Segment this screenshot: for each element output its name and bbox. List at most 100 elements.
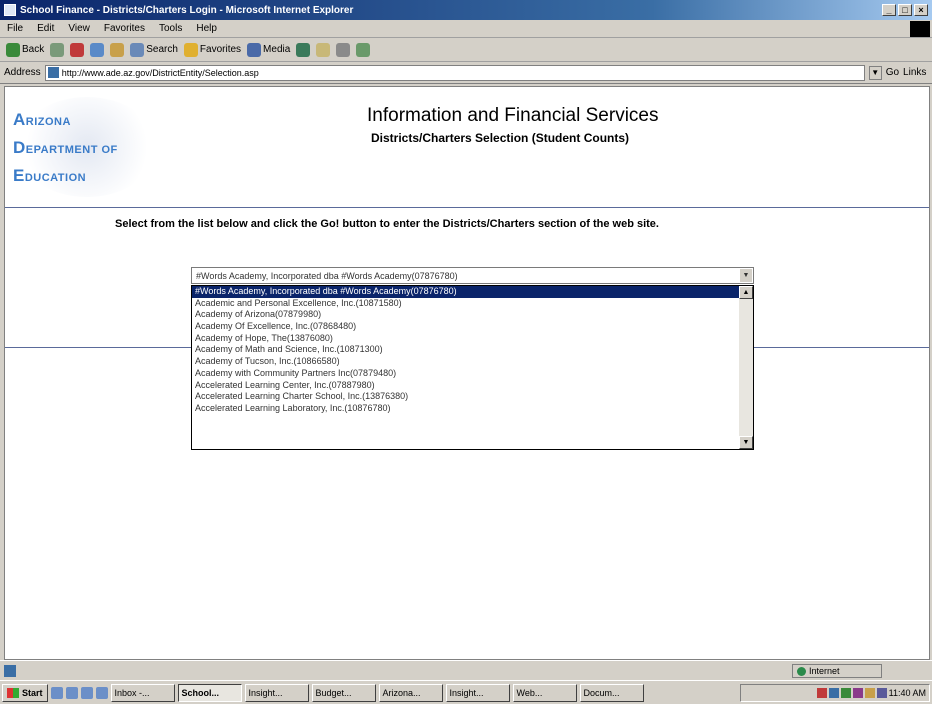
security-zone: Internet xyxy=(792,664,882,678)
quicklaunch-app-icon[interactable] xyxy=(95,686,108,699)
option-item[interactable]: Academy of Arizona(07879980) xyxy=(192,309,753,321)
refresh-button[interactable] xyxy=(90,42,105,57)
search-label: Search xyxy=(146,44,178,55)
start-button[interactable]: Start xyxy=(2,683,48,702)
logo-line-1: ARIZONA xyxy=(13,110,71,129)
option-item[interactable]: Academy with Community Partners Inc(0787… xyxy=(192,368,753,380)
scroll-up-icon[interactable]: ▲ xyxy=(739,286,753,299)
minimize-button[interactable]: _ xyxy=(882,4,896,16)
menu-edit[interactable]: Edit xyxy=(30,23,61,34)
taskbar-button[interactable]: Insight... xyxy=(244,683,309,702)
quicklaunch-desktop-icon[interactable] xyxy=(50,686,63,699)
back-arrow-icon xyxy=(6,42,20,57)
address-input[interactable]: http://www.ade.az.gov/DistrictEntity/Sel… xyxy=(44,64,865,81)
ade-logo[interactable]: ARIZONA DEPARTMENT OF EDUCATION xyxy=(13,107,118,191)
globe-icon xyxy=(797,666,806,676)
system-tray: 11:40 AM xyxy=(740,684,930,702)
windows-logo-icon xyxy=(910,21,930,37)
option-item[interactable]: Academy Of Excellence, Inc.(07868480) xyxy=(192,321,753,333)
edit-button[interactable] xyxy=(356,42,371,57)
search-button[interactable]: Search xyxy=(130,42,178,57)
taskbar-button[interactable]: Docum... xyxy=(579,683,644,702)
tray-volume-icon[interactable] xyxy=(864,688,875,698)
mail-button[interactable] xyxy=(316,42,331,57)
menu-tools[interactable]: Tools xyxy=(152,23,189,34)
tray-antivirus-icon[interactable] xyxy=(840,688,851,698)
tray-app-icon[interactable] xyxy=(816,688,827,698)
start-label: Start xyxy=(22,687,43,698)
address-bar: Address http://www.ade.az.gov/DistrictEn… xyxy=(0,62,932,84)
district-options-list[interactable]: #Words Academy, Incorporated dba #Words … xyxy=(191,285,754,450)
close-button[interactable]: × xyxy=(914,4,928,16)
zone-label: Internet xyxy=(809,666,840,676)
tray-messenger-icon[interactable] xyxy=(852,688,863,698)
home-icon xyxy=(110,42,125,57)
home-button[interactable] xyxy=(110,42,125,57)
address-dropdown-icon[interactable]: ▼ xyxy=(868,65,882,80)
go-button[interactable]: Go xyxy=(886,67,899,78)
quicklaunch-outlook-icon[interactable] xyxy=(80,686,93,699)
logo-line-2: DEPARTMENT OF xyxy=(13,138,118,157)
media-label: Media xyxy=(263,44,291,55)
option-item[interactable]: Accelerated Learning Charter School, Inc… xyxy=(192,391,753,403)
back-label: Back xyxy=(22,44,45,55)
option-item[interactable]: Academy of Tucson, Inc.(10866580) xyxy=(192,356,753,368)
tray-misc-icon[interactable] xyxy=(876,688,887,698)
window-titlebar[interactable]: School Finance - Districts/Charters Logi… xyxy=(0,0,932,20)
options-scrollbar[interactable]: ▲ ▼ xyxy=(739,286,753,449)
menu-help[interactable]: Help xyxy=(189,23,224,34)
edit-icon xyxy=(356,42,371,57)
clock[interactable]: 11:40 AM xyxy=(889,688,926,698)
media-icon xyxy=(247,42,262,57)
mail-icon xyxy=(316,42,331,57)
address-label: Address xyxy=(4,67,41,78)
status-bar: Internet xyxy=(0,660,932,680)
taskbar-button[interactable]: Insight... xyxy=(445,683,510,702)
stop-button[interactable] xyxy=(70,42,85,57)
taskbar-button[interactable]: Arizona... xyxy=(378,683,443,702)
menu-file[interactable]: File xyxy=(0,23,30,34)
option-item[interactable]: Academy of Math and Science, Inc.(108713… xyxy=(192,344,753,356)
scroll-down-icon[interactable]: ▼ xyxy=(739,436,753,449)
favorites-label: Favorites xyxy=(199,44,242,55)
option-item[interactable]: Accelerated Learning Center, Inc.(078879… xyxy=(192,380,753,392)
page-icon xyxy=(47,67,59,78)
maximize-button[interactable]: □ xyxy=(898,4,912,16)
history-button[interactable] xyxy=(296,42,311,57)
ie-icon xyxy=(4,4,16,16)
stop-icon xyxy=(70,42,85,57)
option-item[interactable]: #Words Academy, Incorporated dba #Words … xyxy=(192,286,753,298)
windows-flag-icon xyxy=(7,687,19,698)
header-divider xyxy=(5,207,929,208)
links-button[interactable]: Links xyxy=(903,67,926,78)
menu-view[interactable]: View xyxy=(61,23,97,34)
tray-network-icon[interactable] xyxy=(828,688,839,698)
back-button[interactable]: Back xyxy=(6,42,45,57)
quicklaunch-ie-icon[interactable] xyxy=(65,686,78,699)
taskbar-button[interactable]: Inbox -... xyxy=(110,683,175,702)
printer-icon xyxy=(336,42,351,57)
taskbar-button[interactable]: Web... xyxy=(512,683,577,702)
page-subtitle: Districts/Charters Selection (Student Co… xyxy=(371,131,630,145)
menu-favorites[interactable]: Favorites xyxy=(97,23,152,34)
district-select[interactable]: #Words Academy, Incorporated dba #Words … xyxy=(191,267,754,284)
page-status-icon xyxy=(4,664,16,677)
history-icon xyxy=(296,42,311,57)
select-arrow-icon[interactable]: ▼ xyxy=(740,269,752,282)
menu-bar: File Edit View Favorites Tools Help xyxy=(0,20,932,38)
star-icon xyxy=(183,42,198,57)
option-item[interactable]: Accelerated Learning Laboratory, Inc.(10… xyxy=(192,403,753,415)
logo-line-3: EDUCATION xyxy=(13,166,87,185)
forward-button[interactable] xyxy=(50,42,65,57)
taskbar-button[interactable]: Budget... xyxy=(311,683,376,702)
media-button[interactable]: Media xyxy=(247,42,291,57)
taskbar: Start Inbox -... School... Insight... Bu… xyxy=(0,680,932,704)
print-button[interactable] xyxy=(336,42,351,57)
address-url: http://www.ade.az.gov/DistrictEntity/Sel… xyxy=(61,67,259,78)
option-item[interactable]: Academy of Hope, The(13876080) xyxy=(192,333,753,345)
district-select-value: #Words Academy, Incorporated dba #Words … xyxy=(196,270,458,281)
favorites-button[interactable]: Favorites xyxy=(183,42,242,57)
forward-arrow-icon xyxy=(50,42,65,57)
option-item[interactable]: Academic and Personal Excellence, Inc.(1… xyxy=(192,298,753,310)
taskbar-button-active[interactable]: School... xyxy=(177,683,242,702)
